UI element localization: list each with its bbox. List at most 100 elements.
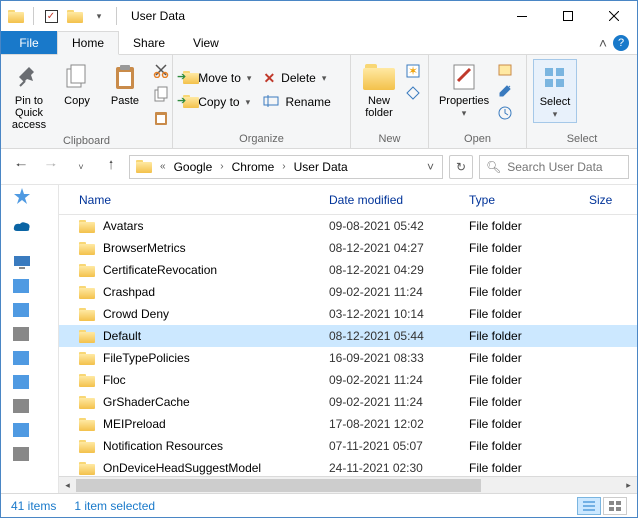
item-name: MEIPreload — [103, 417, 166, 431]
folder-icon — [79, 308, 95, 321]
address-dropdown-icon[interactable]: ˅ — [421, 160, 440, 174]
qat-dropdown-icon[interactable]: ▾ — [88, 5, 110, 27]
column-type[interactable]: Type — [459, 185, 579, 214]
move-to-button[interactable]: ➔ Move to▾ — [179, 67, 255, 89]
navigation-pane[interactable] — [1, 185, 59, 493]
copy-button[interactable]: Copy — [55, 59, 99, 109]
refresh-button[interactable]: ↻ — [449, 155, 473, 179]
properties-button[interactable]: Properties ▾ — [435, 59, 493, 121]
table-row[interactable]: Crowd Deny03-12-2021 10:14File folder — [59, 303, 637, 325]
quick-access-icon[interactable] — [13, 187, 31, 205]
item-date: 03-12-2021 10:14 — [319, 307, 459, 321]
minimize-button[interactable] — [499, 1, 545, 31]
tree-item-icon[interactable] — [13, 375, 31, 393]
column-date[interactable]: Date modified — [319, 185, 459, 214]
address-bar[interactable]: « Google › Chrome › User Data ˅ — [129, 155, 443, 179]
edit-icon[interactable] — [497, 83, 517, 103]
table-row[interactable]: OnDeviceHeadSuggestModel24-11-2021 02:30… — [59, 457, 637, 476]
horizontal-scrollbar[interactable]: ◂ ▸ — [59, 476, 637, 493]
paste-shortcut-icon[interactable] — [153, 107, 169, 129]
help-icon[interactable]: ? — [613, 35, 629, 51]
copy-path-icon[interactable] — [153, 83, 169, 105]
maximize-button[interactable] — [545, 1, 591, 31]
ribbon-collapse-icon[interactable]: ˄ — [599, 35, 607, 51]
onedrive-icon[interactable] — [13, 221, 31, 239]
table-row[interactable]: Floc09-02-2021 11:24File folder — [59, 369, 637, 391]
crumb-userdata[interactable]: User Data — [290, 156, 352, 178]
tree-item-icon[interactable] — [13, 279, 31, 297]
search-box[interactable]: 🔍︎ — [479, 155, 629, 179]
address-bar-row: 🠐 🠒 ˅ 🠑 « Google › Chrome › User Data ˅ … — [1, 149, 637, 185]
item-type: File folder — [459, 307, 579, 321]
history-icon[interactable] — [497, 105, 517, 125]
tab-home[interactable]: Home — [57, 31, 119, 55]
close-button[interactable] — [591, 1, 637, 31]
table-row[interactable]: CertificateRevocation08-12-2021 04:29Fil… — [59, 259, 637, 281]
table-row[interactable]: Crashpad09-02-2021 11:24File folder — [59, 281, 637, 303]
item-type: File folder — [459, 417, 579, 431]
tab-share[interactable]: Share — [119, 31, 179, 54]
column-name[interactable]: Name — [59, 185, 319, 214]
table-row[interactable]: GrShaderCache09-02-2021 11:24File folder — [59, 391, 637, 413]
easy-access-icon[interactable] — [405, 83, 425, 103]
open-icon[interactable] — [497, 61, 517, 81]
status-item-count: 41 items — [11, 499, 56, 513]
qat-properties-icon[interactable]: ✓ — [40, 5, 62, 27]
chevron-right-icon[interactable]: « — [156, 161, 170, 172]
crumb-google[interactable]: Google — [170, 156, 217, 178]
cut-icon[interactable] — [153, 59, 169, 81]
forward-button[interactable]: 🠒 — [39, 155, 63, 179]
tree-item-icon[interactable] — [13, 327, 31, 345]
scroll-right-icon[interactable]: ▸ — [620, 477, 637, 493]
folder-icon — [79, 264, 95, 277]
scroll-thumb[interactable] — [76, 479, 481, 492]
tab-view[interactable]: View — [179, 31, 233, 54]
item-type: File folder — [459, 241, 579, 255]
tree-item-icon[interactable] — [13, 447, 31, 465]
scroll-left-icon[interactable]: ◂ — [59, 477, 76, 493]
table-row[interactable]: Notification Resources07-11-2021 05:07Fi… — [59, 435, 637, 457]
file-list[interactable]: Avatars09-08-2021 05:42File folderBrowse… — [59, 215, 637, 476]
paste-button[interactable]: Paste — [103, 59, 147, 109]
tree-item-icon[interactable] — [13, 423, 31, 441]
new-item-icon[interactable]: ✶ — [405, 61, 425, 81]
new-folder-button[interactable]: New folder — [357, 59, 401, 121]
delete-button[interactable]: ✕ Delete▾ — [259, 67, 334, 89]
item-name: Default — [103, 329, 141, 343]
tree-item-icon[interactable] — [13, 303, 31, 321]
new-folder-icon — [363, 61, 395, 93]
pin-to-quick-access-button[interactable]: Pin to Quick access — [7, 59, 51, 133]
table-row[interactable]: Avatars09-08-2021 05:42File folder — [59, 215, 637, 237]
crumb-chrome[interactable]: Chrome — [228, 156, 279, 178]
details-view-button[interactable] — [577, 497, 601, 515]
rename-button[interactable]: Rename — [259, 91, 334, 113]
copy-to-button[interactable]: ➔ Copy to▾ — [179, 91, 255, 113]
table-row[interactable]: Default08-12-2021 05:44File folder — [59, 325, 637, 347]
folder-icon — [79, 330, 95, 343]
item-date: 17-08-2021 12:02 — [319, 417, 459, 431]
column-size[interactable]: Size — [579, 185, 637, 214]
tab-file[interactable]: File — [1, 31, 57, 54]
chevron-right-icon[interactable]: › — [278, 161, 289, 172]
table-row[interactable]: MEIPreload 17-08-2021 12:02File folder — [59, 413, 637, 435]
delete-icon: ✕ — [263, 70, 275, 87]
select-button[interactable]: Select ▾ — [533, 59, 577, 123]
move-to-icon: ➔ — [183, 71, 192, 85]
search-input[interactable] — [507, 160, 638, 174]
tree-item-icon[interactable] — [13, 399, 31, 417]
tree-item-icon[interactable] — [13, 351, 31, 369]
this-pc-icon[interactable] — [13, 255, 31, 273]
back-button[interactable]: 🠐 — [9, 155, 33, 179]
folder-icon — [79, 418, 95, 431]
folder-icon — [79, 462, 95, 475]
item-name: OnDeviceHeadSuggestModel — [103, 461, 261, 475]
thumbnails-view-button[interactable] — [603, 497, 627, 515]
recent-locations-button[interactable]: ˅ — [69, 155, 93, 179]
table-row[interactable]: BrowserMetrics08-12-2021 04:27File folde… — [59, 237, 637, 259]
up-button[interactable]: 🠑 — [99, 155, 123, 179]
search-icon: 🔍︎ — [486, 160, 501, 174]
item-type: File folder — [459, 285, 579, 299]
chevron-right-icon[interactable]: › — [216, 161, 227, 172]
table-row[interactable]: FileTypePolicies16-09-2021 08:33File fol… — [59, 347, 637, 369]
rename-icon — [263, 95, 279, 110]
